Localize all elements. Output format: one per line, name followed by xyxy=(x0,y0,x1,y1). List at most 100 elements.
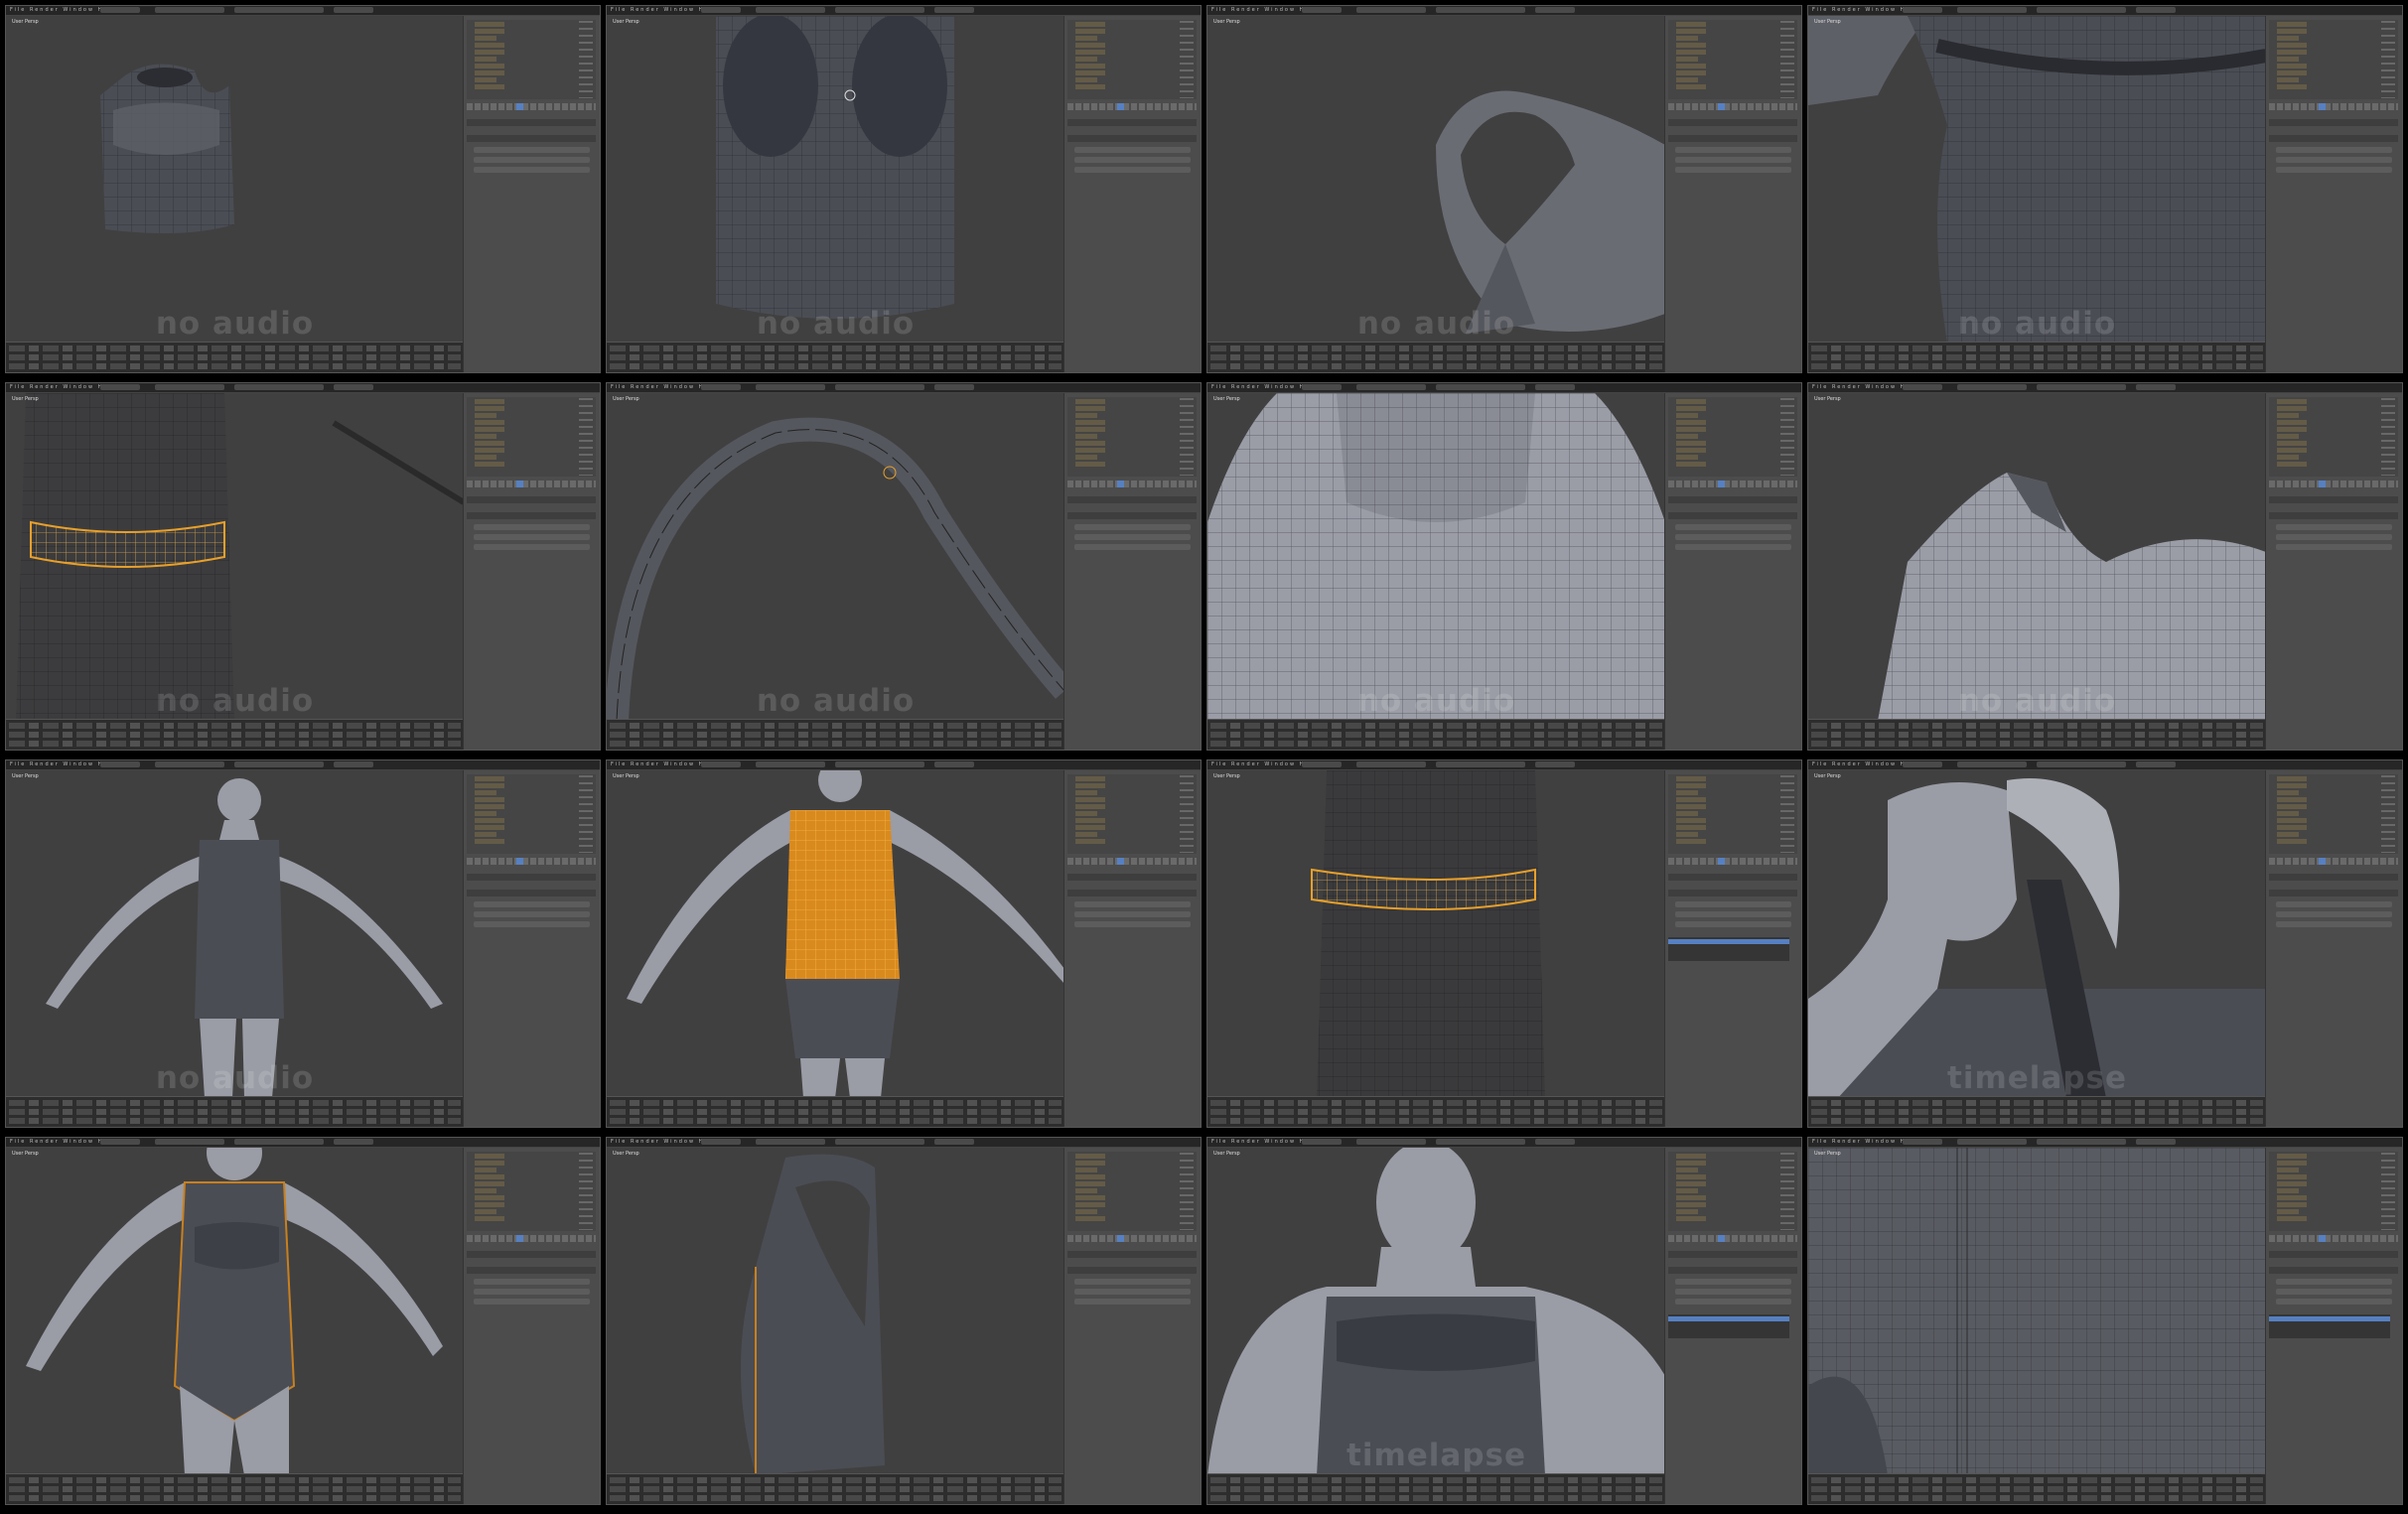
properties-tabs[interactable] xyxy=(467,481,596,487)
outliner-item[interactable] xyxy=(1075,818,1105,823)
toolbar-row[interactable] xyxy=(9,1100,461,1106)
outliner-item[interactable] xyxy=(475,50,504,55)
outliner-item[interactable] xyxy=(475,811,496,816)
header-field[interactable] xyxy=(1903,7,1942,13)
header-field[interactable] xyxy=(155,384,224,390)
properties-tabs[interactable] xyxy=(467,858,596,865)
outliner-item[interactable] xyxy=(1676,427,1706,432)
outliner-item[interactable] xyxy=(1075,29,1105,34)
outliner-item[interactable] xyxy=(475,1181,504,1186)
outliner-item[interactable] xyxy=(1676,1216,1706,1221)
header-field[interactable] xyxy=(1957,761,2027,767)
toolbar-row[interactable] xyxy=(9,1477,461,1483)
modifier-list[interactable] xyxy=(1668,937,1789,961)
toolbar-row[interactable] xyxy=(9,732,461,738)
outliner-item[interactable] xyxy=(1075,1168,1097,1172)
outliner-item[interactable] xyxy=(2277,43,2307,48)
toolbar-row[interactable] xyxy=(9,354,461,360)
model-view-strap-loop[interactable] xyxy=(607,393,1064,721)
outliner-item[interactable] xyxy=(1676,455,1698,460)
visibility-icon[interactable] xyxy=(1780,775,1794,853)
outliner-item[interactable] xyxy=(2277,790,2299,795)
outliner-item[interactable] xyxy=(1676,1181,1706,1186)
outliner-item[interactable] xyxy=(2277,406,2307,411)
visibility-icon[interactable] xyxy=(1780,21,1794,98)
model-view-skirt-wireframe[interactable] xyxy=(1207,770,1665,1098)
outliner-item[interactable] xyxy=(475,797,504,802)
panel-header[interactable] xyxy=(1067,874,1197,881)
property-field[interactable] xyxy=(474,157,590,163)
property-field[interactable] xyxy=(2276,911,2392,917)
outliner-item[interactable] xyxy=(1676,29,1706,34)
property-field[interactable] xyxy=(474,911,590,917)
toolbar-row[interactable] xyxy=(1811,1109,2263,1115)
3d-viewport[interactable]: User Persp xyxy=(1207,770,1665,1098)
outliner-item[interactable] xyxy=(475,839,504,844)
outliner-item[interactable] xyxy=(1676,818,1706,823)
outliner-item[interactable] xyxy=(2277,64,2307,69)
toolbar-row[interactable] xyxy=(9,741,461,747)
visibility-icon[interactable] xyxy=(579,1153,593,1230)
outliner-item[interactable] xyxy=(2277,427,2307,432)
visibility-icon[interactable] xyxy=(1180,775,1194,853)
outliner-item[interactable] xyxy=(1075,64,1105,69)
outliner-item[interactable] xyxy=(2277,57,2299,62)
properties-tabs[interactable] xyxy=(2269,858,2398,865)
header-field[interactable] xyxy=(2037,1139,2126,1145)
outliner-item[interactable] xyxy=(1676,1188,1698,1193)
modifier-list[interactable] xyxy=(1668,1314,1789,1338)
outliner-item[interactable] xyxy=(1075,811,1097,816)
outliner-item[interactable] xyxy=(1676,1174,1706,1179)
toolbar-row[interactable] xyxy=(1210,1495,1662,1501)
outliner-item[interactable] xyxy=(1075,22,1105,27)
outliner-item[interactable] xyxy=(1075,84,1105,89)
outliner[interactable] xyxy=(1668,397,1797,477)
3d-viewport[interactable]: User Persp no audio xyxy=(6,393,464,721)
property-field[interactable] xyxy=(474,1289,590,1295)
toolbar-row[interactable] xyxy=(610,1477,1062,1483)
outliner-item[interactable] xyxy=(1676,434,1698,439)
outliner-item[interactable] xyxy=(1676,1195,1706,1200)
panel-header[interactable] xyxy=(467,1267,596,1274)
outliner-item[interactable] xyxy=(1075,1188,1097,1193)
properties-tabs[interactable] xyxy=(1067,481,1197,487)
toolbar-row[interactable] xyxy=(610,363,1062,369)
outliner-item[interactable] xyxy=(475,818,504,823)
property-field[interactable] xyxy=(1675,147,1791,153)
property-field[interactable] xyxy=(2276,1279,2392,1285)
header-field[interactable] xyxy=(835,384,924,390)
3d-viewport[interactable]: User Persp xyxy=(1808,1148,2266,1475)
outliner-item[interactable] xyxy=(2277,462,2307,467)
property-field[interactable] xyxy=(2276,544,2392,550)
outliner-item[interactable] xyxy=(1676,413,1698,418)
outliner-item[interactable] xyxy=(475,22,504,27)
header-field[interactable] xyxy=(2037,384,2126,390)
active-tab[interactable] xyxy=(516,858,523,865)
toolbar-row[interactable] xyxy=(610,723,1062,729)
outliner-item[interactable] xyxy=(1676,1168,1698,1172)
toolbar-row[interactable] xyxy=(1811,732,2263,738)
outliner-item[interactable] xyxy=(1075,1209,1097,1214)
outliner-item[interactable] xyxy=(1075,1161,1105,1166)
active-tab[interactable] xyxy=(1117,103,1124,110)
header-field[interactable] xyxy=(1903,1139,1942,1145)
outliner-item[interactable] xyxy=(2277,29,2307,34)
header-field[interactable] xyxy=(2136,1139,2176,1145)
outliner-item[interactable] xyxy=(1676,1161,1706,1166)
outliner-item[interactable] xyxy=(1075,455,1097,460)
panel-header[interactable] xyxy=(2269,874,2398,881)
outliner-item[interactable] xyxy=(1676,790,1698,795)
outliner-item[interactable] xyxy=(2277,804,2307,809)
model-view-hips-wireframe[interactable] xyxy=(6,393,464,721)
property-field[interactable] xyxy=(2276,534,2392,540)
panel-header[interactable] xyxy=(1668,135,1797,142)
model-view-chest-closeup[interactable] xyxy=(607,16,1064,344)
model-view-neckline[interactable] xyxy=(1207,393,1665,721)
header-field[interactable] xyxy=(155,1139,224,1145)
outliner-item[interactable] xyxy=(2277,399,2307,404)
model-view-swimsuit-front[interactable] xyxy=(6,1148,464,1475)
outliner[interactable] xyxy=(1668,20,1797,99)
header-field[interactable] xyxy=(334,761,373,767)
header-field[interactable] xyxy=(234,384,324,390)
header-field[interactable] xyxy=(234,7,324,13)
